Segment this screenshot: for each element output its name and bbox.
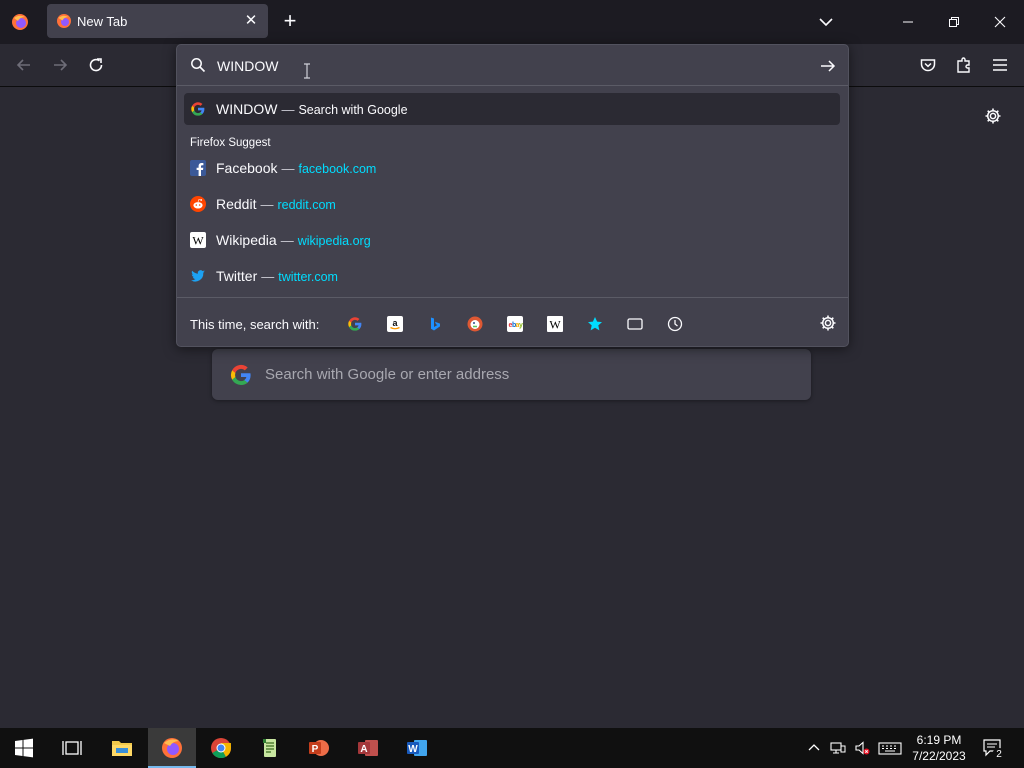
word-icon[interactable]: W	[393, 728, 441, 768]
forward-arrow-icon[interactable]	[50, 55, 70, 75]
notepad-plus-plus-icon[interactable]	[246, 728, 294, 768]
chrome-icon[interactable]	[197, 728, 245, 768]
google-logo-icon	[229, 363, 253, 387]
network-icon[interactable]	[830, 740, 846, 756]
urlbar-input[interactable]	[215, 54, 779, 78]
restore-icon[interactable]	[940, 8, 968, 36]
suggestion-title: Reddit — reddit.com	[216, 196, 336, 212]
google-icon	[190, 101, 206, 117]
suggestion-twitter[interactable]: Twitter — twitter.com	[184, 260, 840, 292]
one-off-search-bar: This time, search with: a ebay W	[177, 297, 848, 347]
history-clock-icon[interactable]	[663, 312, 687, 336]
back-arrow-icon[interactable]	[14, 55, 34, 75]
suggestion-title: Twitter — twitter.com	[216, 268, 338, 284]
volume-muted-icon[interactable]	[854, 740, 870, 756]
engine-wikipedia-icon[interactable]: W	[543, 312, 567, 336]
reload-icon[interactable]	[86, 55, 106, 75]
reddit-icon	[190, 196, 206, 212]
svg-text:W: W	[408, 744, 418, 755]
search-with-label: This time, search with:	[190, 317, 320, 332]
svg-text:A: A	[360, 744, 367, 755]
svg-text:W: W	[192, 234, 204, 248]
app-menu-hamburger-icon[interactable]	[990, 55, 1010, 75]
svg-text:y: y	[519, 322, 523, 329]
tab-new-tab[interactable]: New Tab ✕	[47, 4, 268, 38]
engine-google-icon[interactable]	[343, 312, 367, 336]
firefox-suggest-heading: Firefox Suggest	[190, 137, 271, 149]
show-hidden-icons-chevron-icon[interactable]	[806, 740, 822, 756]
engine-amazon-icon[interactable]: a	[383, 312, 407, 336]
file-explorer-icon[interactable]	[98, 728, 146, 768]
powerpoint-icon[interactable]: P	[295, 728, 343, 768]
new-tab-button[interactable]: +	[279, 10, 301, 33]
start-windows-icon[interactable]	[0, 728, 48, 768]
clock-time: 6:19 PM	[916, 733, 962, 747]
svg-text:W: W	[549, 318, 561, 332]
content-search-box[interactable]: Search with Google or enter address	[212, 349, 811, 400]
access-icon[interactable]: A	[344, 728, 392, 768]
task-view-icon[interactable]	[48, 728, 96, 768]
suggestion-wikipedia[interactable]: W Wikipedia — wikipedia.org	[184, 224, 840, 256]
list-all-tabs-chevron-icon[interactable]	[816, 12, 836, 32]
system-clock[interactable]: 6:19 PM 7/22/2023	[910, 732, 968, 764]
result-search-google[interactable]: WINDOW — Search with Google	[184, 93, 840, 125]
page-settings-gear-icon[interactable]	[983, 106, 1003, 126]
engine-duckduckgo-icon[interactable]	[463, 312, 487, 336]
notification-count-badge: 2	[992, 748, 1006, 762]
urlbar	[177, 45, 848, 86]
extensions-puzzle-icon[interactable]	[954, 55, 974, 75]
close-window-icon[interactable]	[986, 8, 1014, 36]
engine-ebay-icon[interactable]: ebay	[503, 312, 527, 336]
suggestion-reddit[interactable]: Reddit — reddit.com	[184, 188, 840, 220]
clock-date: 7/22/2023	[912, 749, 966, 763]
search-icon	[190, 57, 206, 73]
suggestion-title: Facebook — facebook.com	[216, 160, 377, 176]
content-search-placeholder: Search with Google or enter address	[265, 366, 510, 383]
firefox-view-icon[interactable]	[10, 12, 30, 32]
tabs-icon[interactable]	[623, 312, 647, 336]
suggestion-facebook[interactable]: Facebook — facebook.com	[184, 152, 840, 184]
firefox-taskbar-icon[interactable]	[148, 728, 196, 768]
tab-title: New Tab	[77, 14, 128, 29]
twitter-icon	[190, 268, 206, 284]
svg-text:P: P	[312, 744, 319, 755]
text-cursor-icon	[302, 63, 312, 79]
firefox-favicon-icon	[56, 13, 72, 29]
keyboard-icon[interactable]	[878, 740, 902, 756]
suggestion-title: Wikipedia — wikipedia.org	[216, 232, 371, 248]
bookmarks-star-icon[interactable]	[583, 312, 607, 336]
tab-close-icon[interactable]: ✕	[242, 12, 260, 30]
tab-strip: New Tab ✕ +	[0, 0, 1024, 44]
engine-bing-icon[interactable]	[423, 312, 447, 336]
wikipedia-icon: W	[190, 232, 206, 248]
result-title: WINDOW — Search with Google	[216, 101, 408, 117]
urlbar-results-panel: WINDOW—Search with Google Firefox Sugges…	[176, 44, 849, 347]
minimize-icon[interactable]	[894, 8, 922, 36]
search-settings-gear-icon[interactable]	[818, 313, 838, 333]
windows-taskbar: P A W 6:19 PM 7/22/2023 2	[0, 728, 1024, 768]
go-arrow-icon[interactable]	[818, 56, 838, 76]
facebook-icon	[190, 160, 206, 176]
pocket-icon[interactable]	[918, 55, 938, 75]
